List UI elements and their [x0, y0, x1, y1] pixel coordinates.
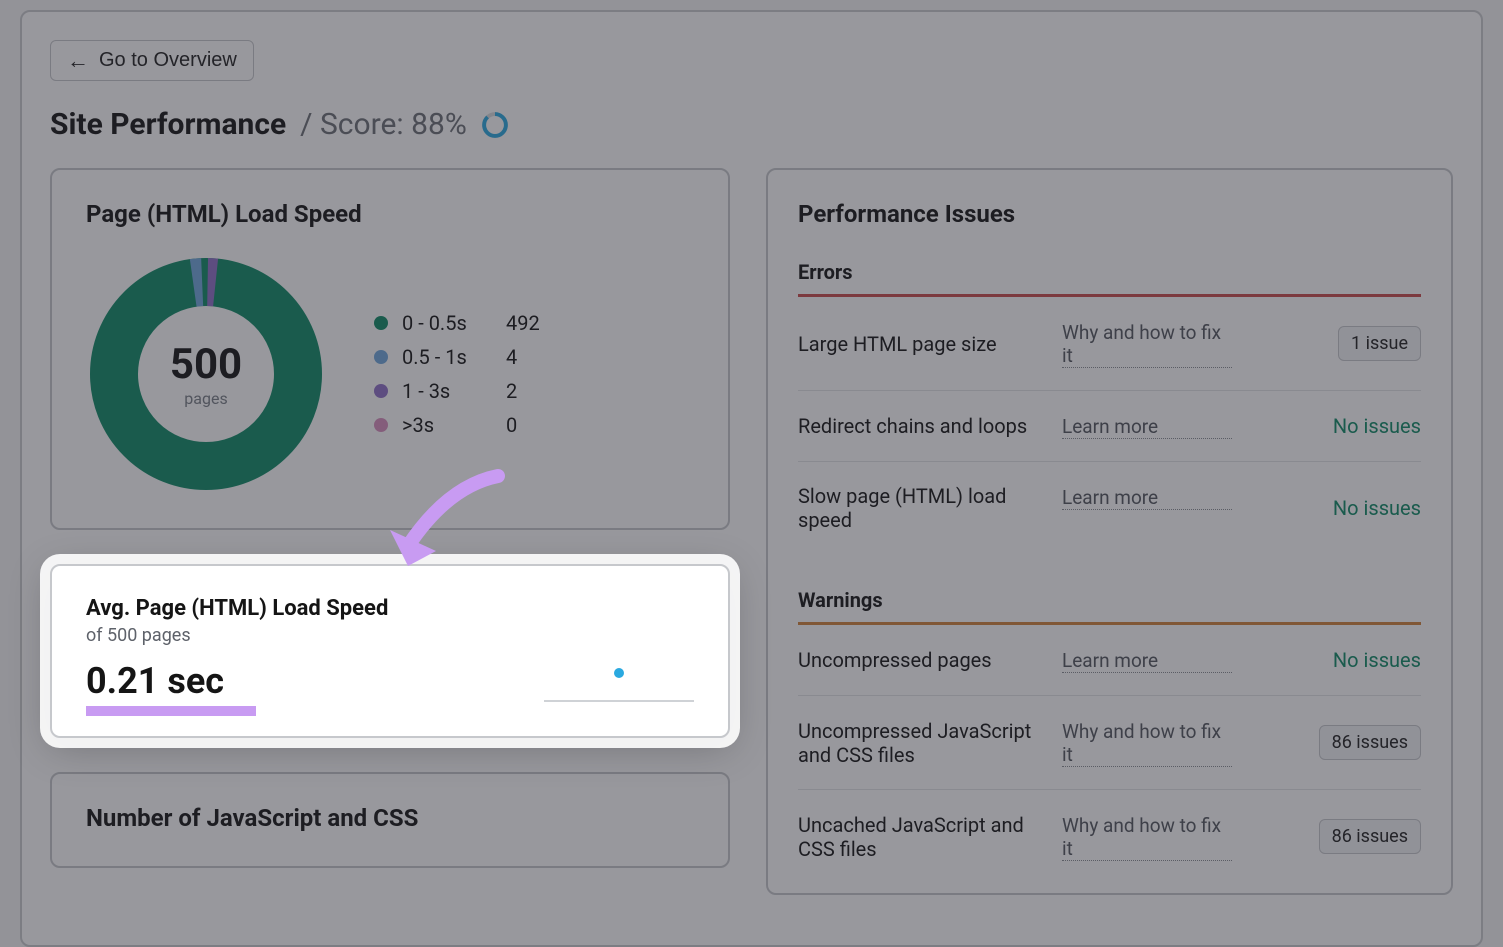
load-speed-donut: 500 pages: [86, 254, 326, 494]
issue-row: Uncompressed JavaScript and CSS files Why…: [798, 696, 1421, 790]
issue-help-link[interactable]: Learn more: [1062, 486, 1232, 510]
page-title: Site Performance: [50, 107, 286, 142]
load-speed-card: Page (HTML) Load Speed 500 pages: [50, 168, 730, 530]
performance-issues-panel: Performance Issues Errors Large HTML pag…: [766, 168, 1453, 895]
donut-center-value: 500: [170, 340, 242, 389]
avg-heading: Avg. Page (HTML) Load Speed: [86, 596, 694, 621]
issue-status-none: No issues: [1333, 496, 1421, 520]
issue-help-link[interactable]: Why and how to fix it: [1062, 321, 1232, 368]
issue-count-badge[interactable]: 1 issue: [1338, 326, 1421, 361]
issue-count-badge[interactable]: 86 issues: [1319, 819, 1421, 854]
avg-sub: of 500 pages: [86, 625, 694, 646]
issue-name: Large HTML page size: [798, 332, 1046, 356]
issue-name: Slow page (HTML) load speed: [798, 484, 1046, 532]
title-row: Site Performance / Score: 88%: [50, 107, 1453, 142]
issue-row: Large HTML page size Why and how to fix i…: [798, 297, 1421, 391]
legend-dot-icon: [374, 316, 388, 330]
issue-status-none: No issues: [1333, 648, 1421, 672]
issue-row: Redirect chains and loops Learn more No is…: [798, 391, 1421, 462]
sparkline-dot-icon: [614, 668, 624, 678]
donut-center-label: pages: [184, 389, 227, 408]
legend-row: >3s 0: [374, 413, 556, 437]
issue-name: Redirect chains and loops: [798, 414, 1046, 438]
legend-row: 0.5 - 1s 4: [374, 345, 556, 369]
js-css-card: Number of JavaScript and CSS: [50, 772, 730, 868]
legend-dot-icon: [374, 418, 388, 432]
issue-count-badge[interactable]: 86 issues: [1319, 725, 1421, 760]
legend-row: 1 - 3s 2: [374, 379, 556, 403]
highlight-underline-icon: [86, 706, 256, 716]
legend-dot-icon: [374, 384, 388, 398]
load-speed-heading: Page (HTML) Load Speed: [86, 200, 694, 228]
issue-name: Uncached JavaScript and CSS files: [798, 813, 1046, 861]
issue-help-link[interactable]: Learn more: [1062, 415, 1232, 439]
issue-status-none: No issues: [1333, 414, 1421, 438]
issue-row: Uncompressed pages Learn more No issues: [798, 625, 1421, 696]
avg-sparkline: [544, 666, 694, 702]
issue-row: Uncached JavaScript and CSS files Why and…: [798, 790, 1421, 883]
errors-header: Errors: [798, 260, 1421, 294]
page-container: ← Go to Overview Site Performance / Scor…: [20, 10, 1483, 947]
issue-help-link[interactable]: Why and how to fix it: [1062, 720, 1232, 767]
issues-heading: Performance Issues: [798, 200, 1421, 228]
legend-dot-icon: [374, 350, 388, 364]
avg-value: 0.21 sec: [86, 660, 224, 702]
issue-help-link[interactable]: Learn more: [1062, 649, 1232, 673]
issue-name: Uncompressed JavaScript and CSS files: [798, 719, 1046, 767]
issue-help-link[interactable]: Why and how to fix it: [1062, 814, 1232, 861]
issue-row: Slow page (HTML) load speed Learn more No …: [798, 462, 1421, 554]
back-to-overview-button[interactable]: ← Go to Overview: [50, 40, 254, 81]
score-text: / Score: 88%: [300, 107, 467, 142]
sparkline-axis-icon: [544, 700, 694, 702]
back-label: Go to Overview: [99, 49, 237, 72]
arrow-left-icon: ←: [67, 50, 89, 72]
score-ring-icon: [481, 111, 509, 139]
avg-load-speed-card: Avg. Page (HTML) Load Speed of 500 pages…: [50, 564, 730, 738]
donut-legend: 0 - 0.5s 492 0.5 - 1s 4 1 - 3s 2: [374, 311, 556, 437]
issue-name: Uncompressed pages: [798, 648, 1046, 672]
js-css-heading: Number of JavaScript and CSS: [86, 804, 694, 832]
legend-row: 0 - 0.5s 492: [374, 311, 556, 335]
warnings-header: Warnings: [798, 588, 1421, 622]
